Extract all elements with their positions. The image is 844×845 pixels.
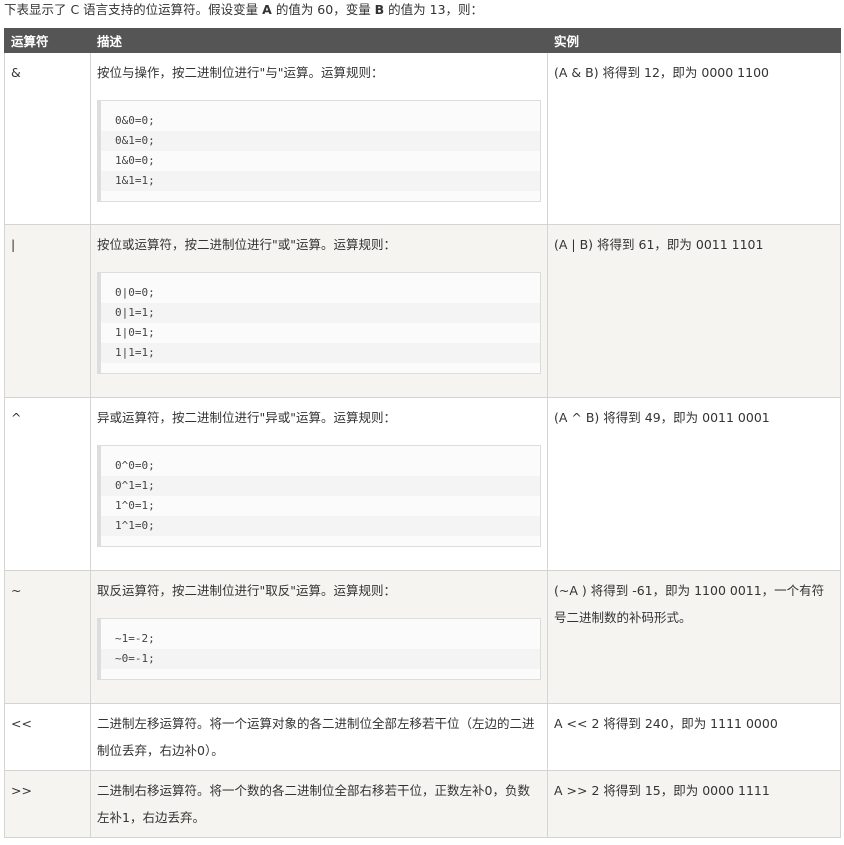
description-text: 取反运算符，按二进制位进行"取反"运算。运算规则： — [97, 583, 397, 598]
description-cell: 按位或运算符，按二进制位进行"或"运算。运算规则： 0|0=0; 0|1=1; … — [90, 224, 548, 398]
header-example: 实例 — [547, 28, 841, 53]
description-cell: 二进制左移运算符。将一个运算对象的各二进制位全部左移若干位（左边的二进制位丢弃，… — [90, 703, 548, 771]
code-block: 0&0=0; 0&1=0; 1&0=0; 1&1=1; — [97, 100, 541, 202]
intro-text: 下表显示了 C 语言支持的位运算符。假设变量 A 的值为 60，变量 B 的值为… — [4, 2, 483, 22]
operator-cell: >> — [4, 770, 91, 838]
intro-suffix: 的值为 13，则： — [384, 2, 484, 17]
table-row: ~ 取反运算符，按二进制位进行"取反"运算。运算规则： ~1=-2; ~0=-1… — [4, 570, 841, 704]
intro-var-b: B — [374, 2, 385, 17]
operator-cell: ^ — [4, 397, 91, 571]
description-cell: 取反运算符，按二进制位进行"取反"运算。运算规则： ~1=-2; ~0=-1; — [90, 570, 548, 704]
description-cell: 异或运算符，按二进制位进行"异或"运算。运算规则： 0^0=0; 0^1=1; … — [90, 397, 548, 571]
intro-mid: 的值为 60，变量 — [271, 2, 375, 17]
description-text: 异或运算符，按二进制位进行"异或"运算。运算规则： — [97, 410, 397, 425]
table-row: | 按位或运算符，按二进制位进行"或"运算。运算规则： 0|0=0; 0|1=1… — [4, 224, 841, 398]
code-line: ~1=-2; — [115, 632, 155, 645]
code-line: 1|1=1; — [101, 343, 540, 363]
description-cell: 二进制右移运算符。将一个数的各二进制位全部右移若干位，正数左补0，负数左补1，右… — [90, 770, 548, 838]
code-line: ~0=-1; — [101, 649, 540, 669]
table-row: ^ 异或运算符，按二进制位进行"异或"运算。运算规则： 0^0=0; 0^1=1… — [4, 397, 841, 571]
table-row: & 按位与操作，按二进制位进行"与"运算。运算规则： 0&0=0; 0&1=0;… — [4, 52, 841, 225]
intro-var-a: A — [262, 2, 272, 17]
code-line: 0|0=0; — [115, 286, 155, 299]
header-operator: 运算符 — [4, 28, 91, 53]
table-row: << 二进制左移运算符。将一个运算对象的各二进制位全部左移若干位（左边的二进制位… — [4, 703, 841, 771]
operator-cell: | — [4, 224, 91, 398]
code-line: 0|1=1; — [101, 303, 540, 323]
description-text: 按位或运算符，按二进制位进行"或"运算。运算规则： — [97, 237, 397, 252]
description-cell: 按位与操作，按二进制位进行"与"运算。运算规则： 0&0=0; 0&1=0; 1… — [90, 52, 548, 225]
example-cell: A >> 2 将得到 15，即为 0000 1111 — [547, 770, 841, 838]
header-description: 描述 — [90, 28, 548, 53]
table-header-row: 运算符 描述 实例 — [4, 28, 841, 53]
intro-prefix: 下表显示了 C 语言支持的位运算符。假设变量 — [4, 2, 263, 17]
code-line: 1|0=1; — [115, 326, 155, 339]
code-line: 0&0=0; — [115, 114, 155, 127]
code-block: ~1=-2; ~0=-1; — [97, 618, 541, 680]
code-line: 0^0=0; — [115, 459, 155, 472]
code-line: 0^1=1; — [101, 476, 540, 496]
code-block: 0|0=0; 0|1=1; 1|0=1; 1|1=1; — [97, 272, 541, 374]
operator-cell: & — [4, 52, 91, 225]
example-cell: (~A ) 将得到 -61，即为 1100 0011，一个有符号二进制数的补码形… — [547, 570, 841, 704]
operators-table: 运算符 描述 实例 & 按位与操作，按二进制位进行"与"运算。运算规则： 0&0… — [4, 28, 841, 838]
example-cell: (A & B) 将得到 12，即为 0000 1100 — [547, 52, 841, 225]
operator-cell: << — [4, 703, 91, 771]
code-line: 1&1=1; — [101, 171, 540, 191]
operator-cell: ~ — [4, 570, 91, 704]
code-line: 0&1=0; — [101, 131, 540, 151]
code-line: 1^0=1; — [115, 499, 155, 512]
code-block: 0^0=0; 0^1=1; 1^0=1; 1^1=0; — [97, 445, 541, 547]
table-row: >> 二进制右移运算符。将一个数的各二进制位全部右移若干位，正数左补0，负数左补… — [4, 770, 841, 838]
code-line: 1&0=0; — [115, 154, 155, 167]
example-cell: (A ^ B) 将得到 49，即为 0011 0001 — [547, 397, 841, 571]
example-cell: A << 2 将得到 240，即为 1111 0000 — [547, 703, 841, 771]
code-line: 1^1=0; — [101, 516, 540, 536]
example-cell: (A | B) 将得到 61，即为 0011 1101 — [547, 224, 841, 398]
description-text: 按位与操作，按二进制位进行"与"运算。运算规则： — [97, 65, 384, 80]
